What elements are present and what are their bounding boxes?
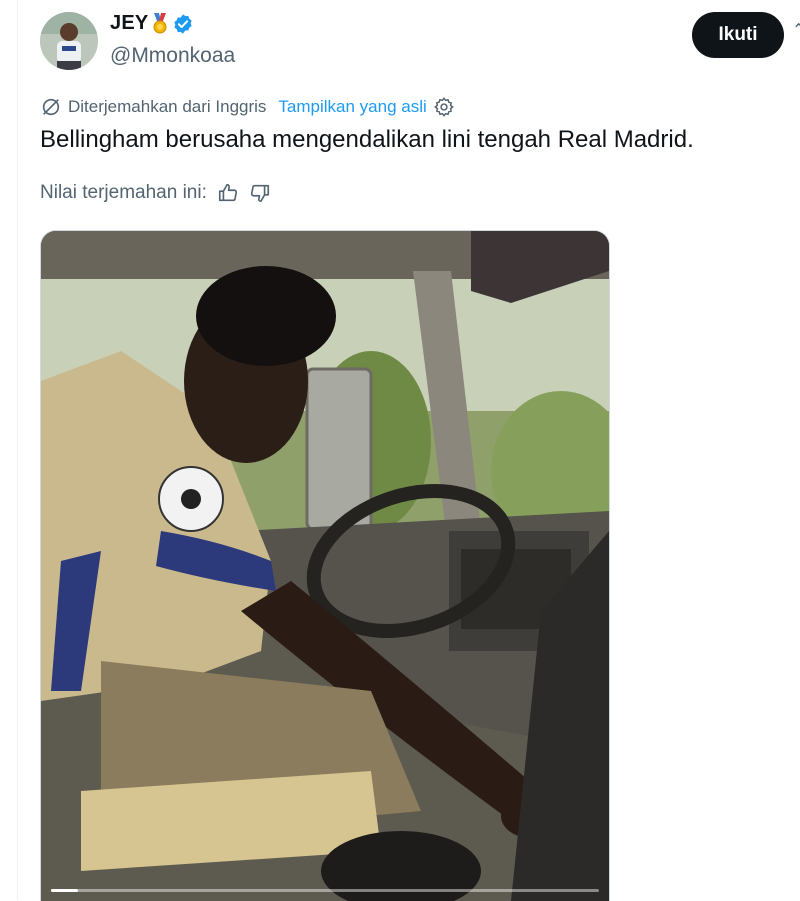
timeline-border (17, 0, 18, 900)
medal-icon (153, 12, 167, 33)
video-progress-bar[interactable] (51, 889, 599, 892)
translation-notice-text: Diterjemahkan dari Inggris (68, 97, 267, 116)
more-options-icon[interactable]: ⌃ (792, 20, 800, 40)
gear-icon[interactable] (433, 96, 455, 118)
avatar[interactable] (40, 12, 98, 70)
thumbs-down-icon[interactable] (249, 182, 271, 204)
display-name[interactable]: JEY (110, 12, 148, 35)
thumbs-up-icon[interactable] (217, 182, 239, 204)
tweet-text: Bellingham berusaha mengendalikan lini t… (40, 126, 694, 153)
follow-button[interactable]: Ikuti (692, 12, 784, 58)
video-progress-fill (51, 889, 79, 892)
author-name-row[interactable]: JEY (110, 12, 194, 35)
author-handle[interactable]: @Mmonkoaa (110, 44, 235, 68)
translate-icon (42, 98, 60, 116)
translation-notice: Diterjemahkan dari Inggris Tampilkan yan… (40, 96, 455, 118)
video-frame (41, 231, 609, 901)
verified-icon[interactable] (172, 13, 194, 35)
show-original-link[interactable]: Tampilkan yang asli (278, 97, 426, 117)
video-player[interactable] (40, 230, 610, 901)
translation-rating: Nilai terjemahan ini: (40, 182, 271, 204)
avatar-image (40, 12, 98, 70)
rating-label: Nilai terjemahan ini: (40, 182, 207, 203)
